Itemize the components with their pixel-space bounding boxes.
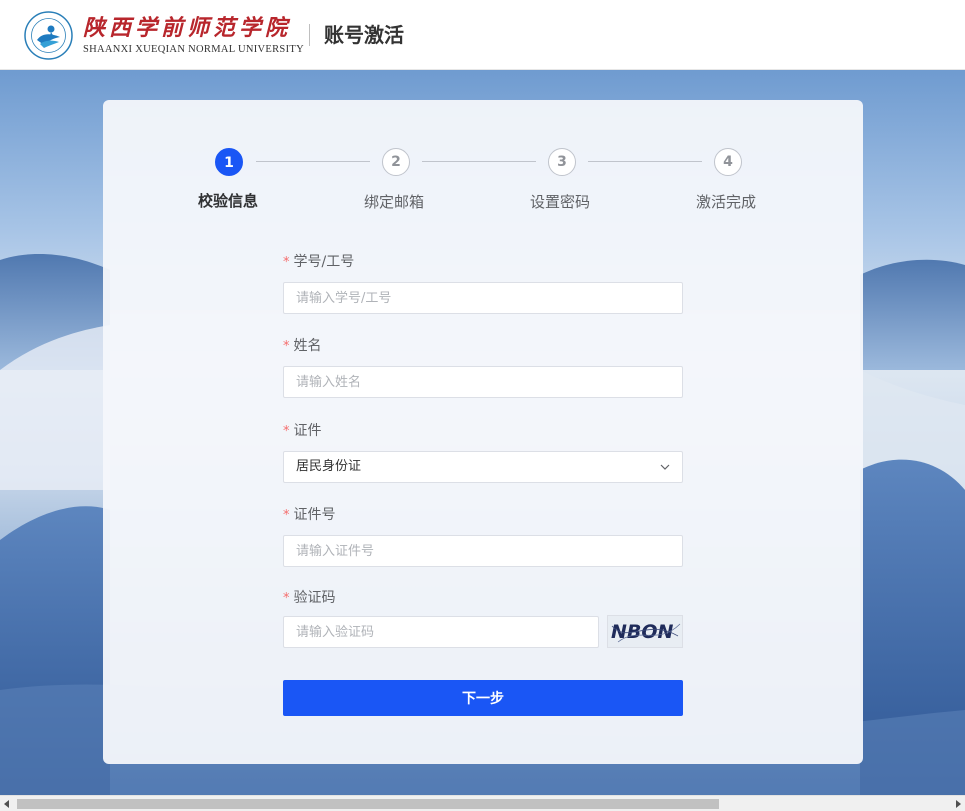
step-1-number: 1: [215, 148, 243, 176]
school-name-cn: 陕西学前师范学院: [83, 14, 292, 41]
required-mark: *: [283, 339, 290, 354]
school-emblem-icon: [24, 11, 73, 60]
name-input[interactable]: [283, 366, 683, 398]
student-id-label: * 学号/工号: [283, 254, 355, 270]
required-mark: *: [283, 508, 290, 523]
next-step-button[interactable]: 下一步: [283, 680, 683, 716]
step-1-label: 校验信息: [198, 192, 259, 210]
page-title: 账号激活: [324, 23, 404, 47]
scrollbar-thumb[interactable]: [17, 799, 719, 809]
school-logo[interactable]: 陕西学前师范学院 SHAANXI XUEQIAN NORMAL UNIVERSI…: [24, 11, 304, 60]
required-mark: *: [283, 591, 290, 606]
step-3-label: 设置密码: [530, 193, 591, 211]
id-number-input[interactable]: [283, 535, 683, 567]
step-connector: [422, 161, 536, 162]
step-2-number: 2: [382, 148, 410, 176]
captcha-input[interactable]: [283, 616, 599, 648]
school-name-en: SHAANXI XUEQIAN NORMAL UNIVERSITY: [83, 43, 304, 55]
step-2-label: 绑定邮箱: [364, 193, 425, 211]
step-connector: [588, 161, 702, 162]
captcha-label: * 验证码: [283, 590, 336, 606]
chevron-down-icon: [660, 464, 670, 470]
id-number-label: * 证件号: [283, 507, 336, 523]
student-id-input[interactable]: [283, 282, 683, 314]
horizontal-scrollbar[interactable]: [0, 795, 965, 811]
step-3-number: 3: [548, 148, 576, 176]
captcha-graphic: NBON: [611, 621, 681, 643]
step-connector: [256, 161, 370, 162]
scroll-right-arrow-icon[interactable]: [956, 800, 961, 808]
required-mark: *: [283, 255, 290, 270]
header-divider: [309, 24, 310, 46]
scroll-left-arrow-icon[interactable]: [4, 800, 9, 808]
id-type-select[interactable]: 居民身份证: [283, 451, 683, 483]
id-type-selected-value: 居民身份证: [296, 459, 362, 474]
required-mark: *: [283, 424, 290, 439]
name-label: * 姓名: [283, 338, 322, 354]
page-header: 陕西学前师范学院 SHAANXI XUEQIAN NORMAL UNIVERSI…: [0, 0, 965, 70]
step-4-number: 4: [714, 148, 742, 176]
captcha-image[interactable]: NBON: [607, 615, 683, 648]
id-type-label: * 证件: [283, 423, 322, 439]
step-4-label: 激活完成: [696, 193, 757, 211]
